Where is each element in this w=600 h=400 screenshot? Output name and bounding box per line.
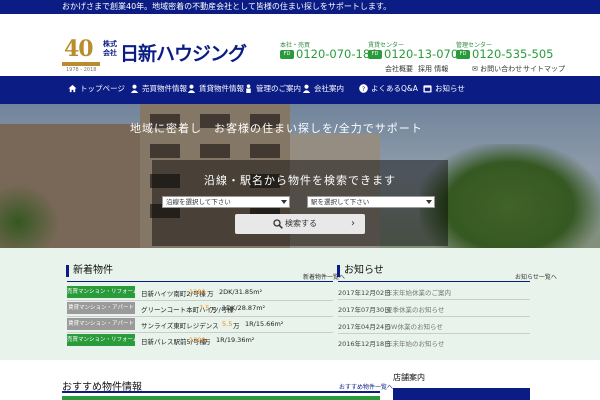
anniversary-badge: 40 1978 - 2018 (62, 36, 100, 74)
property-title: グリーンコート本町ハイツ/号棟 (141, 306, 234, 314)
property-category-badge: 売買マンション・リフォーム (67, 286, 135, 298)
store-info-title: 店舗案内 (393, 373, 425, 382)
link-sitemap[interactable]: サイトマップ (523, 64, 565, 74)
property-spec: 1R/15.66m² (245, 320, 284, 328)
link-company[interactable]: 会社概要 (385, 64, 413, 74)
new-properties-title: 新着物件 (66, 265, 113, 277)
property-item[interactable]: 売買マンション・リフォーム 日新パレス駅前5/号棟 1200 万 1R/19.3… (67, 334, 333, 346)
property-spec: 2DK/31.85m² (219, 288, 263, 296)
news-date: 2017年07月30日 (338, 306, 391, 314)
property-item[interactable]: 賃貸マンション・アパート サンライズ東町レジデンス 5.5 万 1R/15.66… (67, 318, 333, 330)
hero-banner: 地域に密着し お客様の住まい探しを/全力でサポート 沿線・駅名から物件を検索でき… (0, 104, 600, 248)
property-price: 5.5 (222, 320, 233, 328)
company-logo[interactable]: 40 1978 - 2018 株式会社 日新ハウジング (62, 36, 247, 74)
nav-sale[interactable]: 売買物件情報 (130, 83, 187, 94)
property-title: サンライズ東町レジデンス (141, 322, 219, 330)
nav-faq[interactable]: ? よくあるQ&A (359, 83, 418, 94)
store-info-bar (393, 388, 530, 400)
property-spec: 1DK/28.87m² (222, 304, 266, 312)
property-spec: 1R/19.36m² (216, 336, 255, 344)
question-icon: ? (359, 84, 368, 93)
news-date: 2017年12月02日 (338, 289, 391, 297)
person-icon (246, 84, 251, 93)
property-category-badge: 賃貸マンション・アパート (67, 302, 135, 314)
news-item[interactable]: 2017年12月02日 年末年始休業のご案内 (338, 284, 530, 298)
svg-text:?: ? (362, 86, 365, 93)
news-item[interactable]: 2017年04月24日 GW休業のお知らせ (338, 318, 530, 332)
nav-rent[interactable]: 賃貸物件情報 (187, 83, 244, 94)
news-item[interactable]: 2017年07月30日 夏季休業のお知らせ (338, 301, 530, 315)
info-section: 新着物件 新着物件一覧へ 売買マンション・リフォーム 日新ハイツ南町2/号棟 1… (0, 248, 600, 360)
chevron-right-icon: › (351, 218, 355, 229)
user-icon (187, 84, 196, 93)
home-icon (68, 84, 77, 93)
mail-icon: ✉ (472, 65, 478, 73)
news-text: 夏季休業のお知らせ (386, 306, 445, 314)
link-recruit[interactable]: 採用 情報 (418, 64, 448, 74)
nav-management[interactable]: 管理のご案内 (244, 83, 301, 94)
property-category-badge: 賃貸マンション・アパート (67, 318, 135, 330)
chevron-down-icon (281, 200, 287, 204)
news-more-link[interactable]: お知らせ一覧へ (515, 272, 557, 281)
station-search-panel: 沿線・駅名から物件を検索できます 沿線を選択して下さい 駅を選択して下さい 検索… (152, 160, 448, 246)
freedial-icon: FD (456, 50, 470, 59)
calendar-icon (423, 85, 432, 93)
search-icon (273, 219, 283, 229)
news-item[interactable]: 2016年12月18日 年末年始のお知らせ (338, 335, 530, 349)
search-button[interactable]: 検索する › (235, 214, 365, 234)
search-title: 沿線・駅名から物件を検索できます (204, 174, 396, 187)
property-category-badge: 売買マンション・リフォーム (67, 334, 135, 346)
news-text: GW休業のお知らせ (386, 323, 443, 331)
recommended-section: おすすめ物件情報 おすすめ物件一覧へ 店舗案内 (0, 360, 600, 400)
station-select[interactable]: 駅を選択して下さい (307, 196, 435, 208)
chevron-down-icon (426, 200, 432, 204)
nav-news[interactable]: お知らせ (423, 83, 465, 94)
hero-title: 地域に密着し お客様の住まい探しを/全力でサポート (130, 122, 423, 135)
nav-home[interactable]: トップページ (68, 83, 125, 94)
header: 40 1978 - 2018 株式会社 日新ハウジング 本社・売買 FD 012… (0, 14, 600, 76)
kabushiki-label: 株式会社 (103, 40, 117, 57)
news-title: お知らせ (337, 265, 384, 277)
company-name: 日新ハウジング (120, 43, 247, 65)
line-select[interactable]: 沿線を選択して下さい (162, 196, 290, 208)
tagline: おかげさまで創業40年。地域密着の不動産会社として皆様の住まい探しをサポートしま… (62, 2, 392, 11)
news-date: 2016年12月18日 (338, 340, 391, 348)
user-icon (130, 84, 139, 93)
property-price: 7.5 (199, 304, 210, 312)
news-text: 年末年始休業のご案内 (386, 289, 451, 297)
top-bar: おかげさまで創業40年。地域密着の不動産会社として皆様の住まい探しをサポートしま… (0, 0, 600, 14)
main-nav: トップページ 売買物件情報 賃貸物件情報 管理のご案内 会社案内 ? よくあるQ… (0, 76, 600, 104)
user-icon (302, 84, 311, 93)
property-item[interactable]: 賃貸マンション・アパート グリーンコート本町ハイツ/号棟 7.5 万 1DK/2… (67, 302, 333, 314)
news-date: 2017年04月24日 (338, 323, 391, 331)
freedial-icon: FD (368, 50, 382, 59)
property-price: 1280 (189, 288, 206, 296)
link-privacy[interactable]: ✉ お問い合わせ (472, 64, 522, 74)
recommended-more-link[interactable]: おすすめ物件一覧へ (339, 382, 393, 391)
nav-company[interactable]: 会社案内 (302, 83, 344, 94)
freedial-icon: FD (280, 50, 294, 59)
property-item[interactable]: 売買マンション・リフォーム 日新ハイツ南町2/号棟 1280 万 2DK/31.… (67, 286, 333, 298)
news-text: 年末年始のお知らせ (386, 340, 445, 348)
